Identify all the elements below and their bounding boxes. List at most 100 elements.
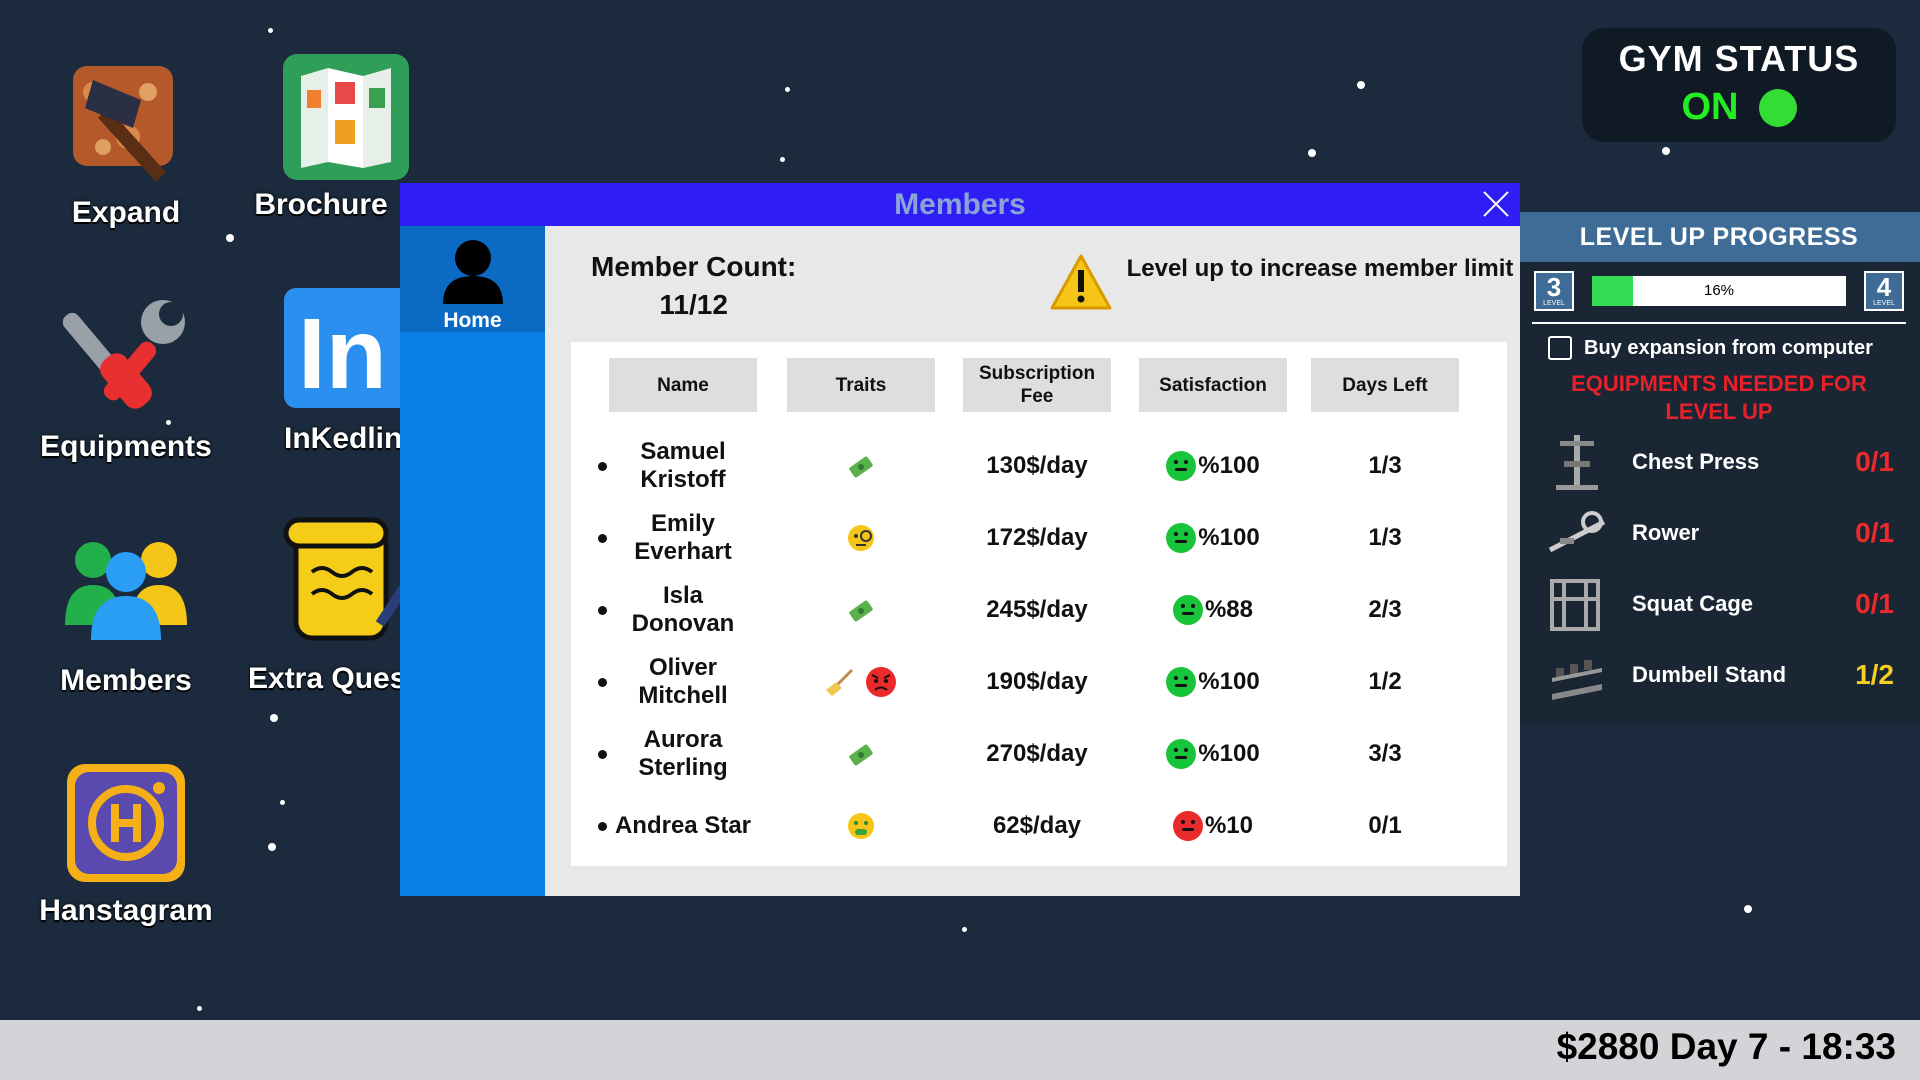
star <box>962 927 967 932</box>
satisfaction-value: %88 <box>1204 596 1254 623</box>
member-satisfaction: %100 <box>1139 430 1287 502</box>
column-header-satisfaction: Satisfaction <box>1139 358 1287 412</box>
desktop-icon-label: Brochure <box>254 188 388 221</box>
member-limit-warning: Level up to increase member limit <box>1126 255 1514 282</box>
buy-expansion-option[interactable]: Buy expansion from computer <box>1548 336 1920 360</box>
member-name: Aurora Sterling <box>638 726 728 781</box>
table-row[interactable]: Emily Everhart 172$/day %100 1/3 <box>571 502 1507 574</box>
row-bullet <box>598 462 607 471</box>
member-name: Isla Donovan <box>631 582 735 637</box>
member-days-left: 1/3 <box>1368 524 1402 551</box>
gym-status-title: GYM STATUS <box>1618 38 1860 79</box>
member-count: Member Count: 11/12 <box>591 248 796 324</box>
table-row[interactable]: Oliver Mitchell 190$/day %100 1/2 <box>571 646 1507 718</box>
happy-face-icon <box>1166 523 1197 553</box>
svg-text:In: In <box>298 298 387 410</box>
member-traits <box>787 502 935 574</box>
bottom-status-bar: $2880 Day 7 - 18:33 <box>0 1020 1920 1080</box>
table-row[interactable]: Aurora Sterling 270$/day %100 3/3 <box>571 718 1507 790</box>
gym-status-panel: GYM STATUS ON <box>1582 28 1896 142</box>
chest-press-icon <box>1546 431 1608 493</box>
table-row[interactable]: Andrea Star 62$/day %10 0/1 <box>571 790 1507 862</box>
close-icon[interactable] <box>1482 190 1510 218</box>
member-traits <box>787 430 935 502</box>
buy-expansion-checkbox[interactable] <box>1548 336 1572 360</box>
window-sidebar: Home <box>400 226 545 896</box>
level-progress-row: 3 LEVEL 16% 4 LEVEL <box>1518 270 1920 312</box>
money-icon <box>849 600 873 622</box>
row-bullet <box>598 678 607 687</box>
column-header-name: Name <box>609 358 757 412</box>
next-level-number: 4 <box>1876 272 1892 302</box>
member-days-left: 1/3 <box>1368 452 1402 479</box>
satisfaction-value: %10 <box>1204 812 1254 839</box>
star <box>1662 147 1670 155</box>
equipment-row-rower: Rower 0/1 <box>1518 497 1920 568</box>
next-level-caption: LEVEL <box>1873 300 1895 307</box>
desktop-icon-label: Members <box>60 664 192 697</box>
member-traits <box>787 574 935 646</box>
happy-face-icon <box>1166 739 1197 769</box>
sidebar-item-label: Home <box>443 309 502 332</box>
gym-status-state: ON <box>1681 86 1739 128</box>
table-row[interactable]: Samuel Kristoff 130$/day %100 1/3 <box>571 430 1507 502</box>
member-satisfaction: %88 <box>1139 574 1287 646</box>
star <box>268 28 273 33</box>
level-up-panel: LEVEL UP PROGRESS 3 LEVEL 16% 4 LEVEL Bu… <box>1518 212 1920 724</box>
member-satisfaction: %100 <box>1139 502 1287 574</box>
star <box>780 157 785 162</box>
squat-cage-icon <box>1546 573 1608 635</box>
current-level-number: 3 <box>1546 272 1562 302</box>
equipment-name: Dumbell Stand <box>1632 661 1787 687</box>
level-up-title: LEVEL UP PROGRESS <box>1518 212 1920 262</box>
star <box>197 1006 202 1011</box>
desktop-icon-members[interactable]: Members <box>26 530 226 698</box>
star <box>1744 905 1752 913</box>
satisfaction-value: %100 <box>1198 452 1260 479</box>
member-days-left: 2/3 <box>1368 596 1402 623</box>
member-traits <box>787 790 935 862</box>
money-icon <box>849 456 873 478</box>
angry-face-icon <box>866 667 896 697</box>
equipment-count: 1/2 <box>1855 658 1894 690</box>
equipment-needed-heading-line2: LEVEL UP <box>1665 399 1773 424</box>
warning-icon <box>1050 254 1120 314</box>
gym-status-toggle[interactable]: ON <box>1582 86 1896 129</box>
row-bullet <box>598 534 607 543</box>
broom-icon <box>826 668 854 696</box>
happy-face-icon <box>1172 595 1203 625</box>
desktop-icon-equipments[interactable]: Equipments <box>26 296 226 464</box>
star <box>1357 81 1365 89</box>
equipment-count: 0/1 <box>1855 587 1894 619</box>
star <box>1308 149 1316 157</box>
equipment-count: 0/1 <box>1855 445 1894 477</box>
satisfaction-value: %100 <box>1198 740 1260 767</box>
member-satisfaction: %10 <box>1139 790 1287 862</box>
table-row[interactable]: Isla Donovan 245$/day %88 2/3 <box>571 574 1507 646</box>
equipment-needed-heading-line1: EQUIPMENTS NEEDED FOR <box>1571 371 1867 396</box>
star <box>270 714 278 722</box>
sidebar-item-home[interactable]: Home <box>400 226 545 332</box>
equipment-row-squat-cage: Squat Cage 0/1 <box>1518 568 1920 639</box>
desktop-icon-hanstagram[interactable]: Hanstagram <box>26 760 226 928</box>
member-name: Andrea Star <box>614 812 752 839</box>
member-days-left: 3/3 <box>1368 740 1402 767</box>
members-table: Name Traits Subscription Fee Satisfactio… <box>571 342 1507 866</box>
happy-face-icon <box>1166 667 1197 697</box>
window-titlebar[interactable]: Members <box>400 183 1520 226</box>
level-progress-text: 16% <box>1703 282 1735 299</box>
member-traits <box>787 646 935 718</box>
desktop-icon-label: Hanstagram <box>39 894 213 927</box>
desktop-icon-expand[interactable]: Expand <box>26 62 226 230</box>
member-fee: 270$/day <box>986 740 1088 767</box>
money-icon <box>849 744 873 766</box>
column-header-traits: Traits <box>787 358 935 412</box>
star <box>226 234 234 242</box>
star <box>280 800 285 805</box>
equipment-count: 0/1 <box>1855 516 1894 548</box>
member-count-label: Member Count: <box>591 251 797 282</box>
current-level-badge: 3 LEVEL <box>1534 271 1574 311</box>
member-name: Emily Everhart <box>634 510 732 565</box>
desktop-icon-label: Extra Quests <box>248 662 414 695</box>
divider <box>1532 322 1906 324</box>
